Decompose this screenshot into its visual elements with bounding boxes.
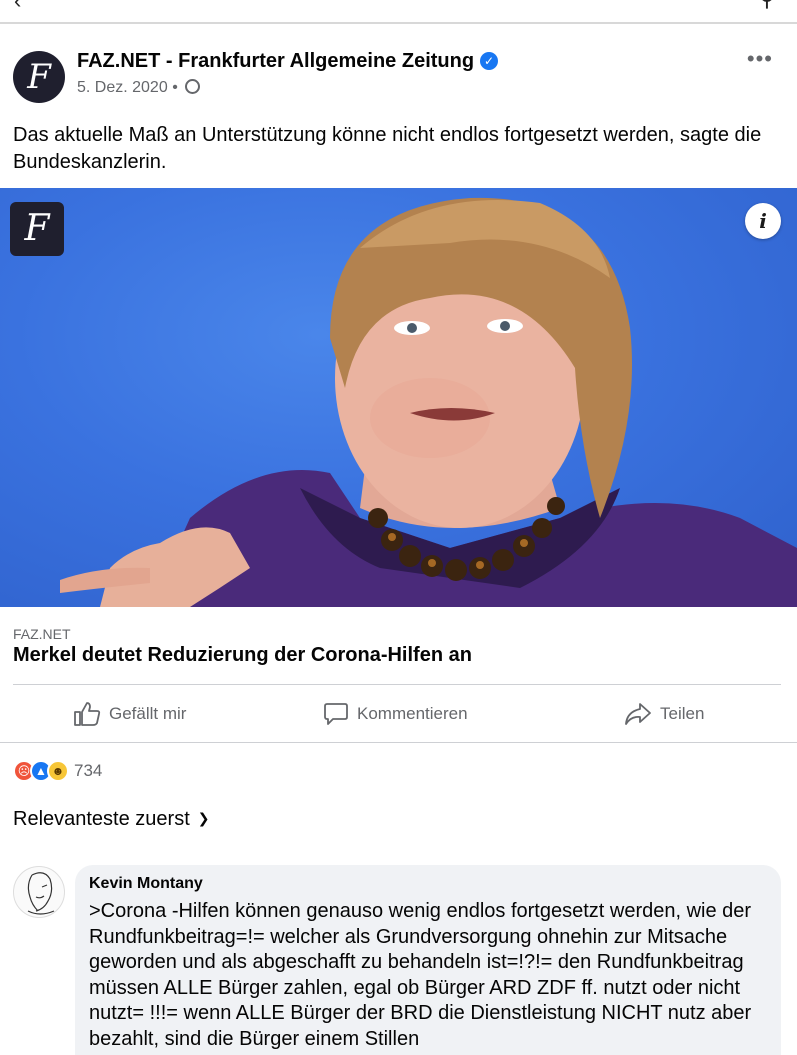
action-bar: Gefällt mir Kommentieren Teilen [0,685,797,743]
comment-text: >Corona -Hilfen können genauso wenig end… [89,900,752,1050]
post-photo[interactable] [0,188,797,607]
comment-author[interactable]: Kevin Montany [89,875,203,893]
sketch-face-icon [27,872,55,915]
post-meta: 5. Dez. 2020 • [77,79,201,97]
photo-illustration [60,197,797,607]
reaction-count: 734 [74,761,103,780]
comment-label: Kommentieren [357,704,468,723]
commenter-avatar[interactable] [13,866,65,918]
link-domain: FAZ.NET [13,626,71,642]
link-preview[interactable]: FAZ.NET Merkel deutet Reduzierung der Co… [0,607,797,685]
chevron-down-icon: ❯ [197,810,210,826]
share-arrow-icon [625,703,651,725]
share-label: Teilen [660,704,705,723]
comment-icon [324,703,348,725]
page-avatar[interactable]: F [13,51,65,103]
haha-icon: ☻ [47,760,69,782]
reactions-summary[interactable]: ☹ ▲ ☻ 734 [13,758,102,784]
page-name[interactable]: FAZ.NET - Frankfurter Allgemeine Zeitung… [77,50,499,73]
comment-sort-dropdown[interactable]: Relevanteste zuerst ❯ [13,808,210,831]
sort-label: Relevanteste zuerst [13,808,190,830]
like-button[interactable]: Gefällt mir [73,685,186,743]
globe-icon [185,79,201,94]
page-name-text[interactable]: FAZ.NET - Frankfurter Allgemeine Zeitung [77,50,474,72]
more-options-button[interactable]: ••• [747,46,773,72]
post-header: F FAZ.NET - Frankfurter Allgemeine Zeitu… [0,24,797,114]
like-label: Gefällt mir [109,704,187,723]
link-title[interactable]: Merkel deutet Reduzierung der Corona-Hil… [13,644,472,667]
share-button[interactable]: Teilen [624,685,704,743]
faz-logo: F [10,202,64,256]
search-icon[interactable]: ⚲ [759,0,775,12]
post-text: Das aktuelle Maß an Unterstützung könne … [13,124,762,173]
verified-badge-icon: ✓ [480,52,499,70]
info-icon[interactable]: i [745,203,781,239]
top-bar: ‹ ⚲ [0,0,797,24]
thumbs-up-icon [74,702,101,726]
meta-separator: • [172,79,178,96]
back-arrow-icon[interactable]: ‹ [14,0,21,14]
comment-button[interactable]: Kommentieren [323,685,468,743]
post-date[interactable]: 5. Dez. 2020 [77,79,168,96]
